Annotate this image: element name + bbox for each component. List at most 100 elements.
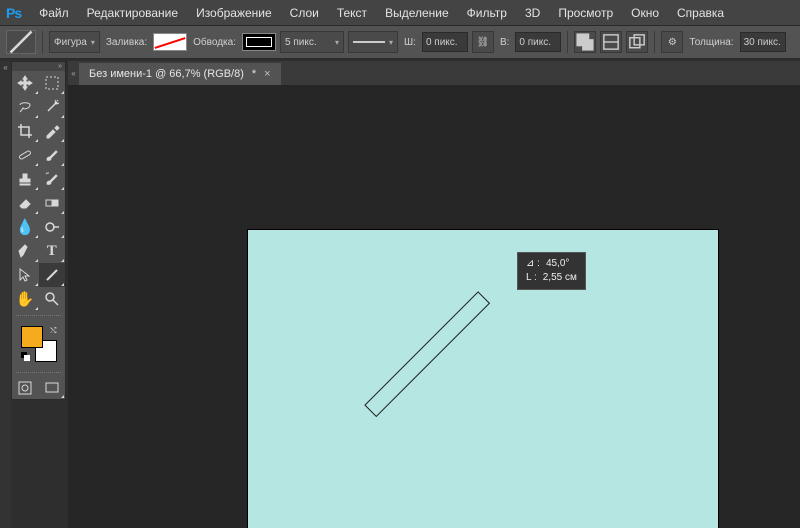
fill-swatch[interactable] [153, 33, 187, 51]
weight-label: Толщина: [687, 37, 735, 48]
align-icon [601, 32, 621, 52]
stroke-width-value: 5 пикс. [285, 37, 317, 48]
menu-help[interactable]: Справка [669, 2, 732, 24]
quick-mask-button[interactable] [12, 377, 39, 399]
type-icon: T [44, 243, 60, 259]
quickmask-icon [17, 380, 33, 396]
eyedropper-icon [44, 123, 60, 139]
arrange-icon [627, 32, 647, 52]
stamp-tool[interactable] [12, 167, 39, 191]
magnifier-icon [44, 291, 60, 307]
menu-file[interactable]: Файл [31, 2, 77, 24]
dodge-icon [44, 219, 60, 235]
healing-tool[interactable] [12, 143, 39, 167]
tabbar-chevron-icon[interactable]: « [68, 69, 79, 78]
dodge-tool[interactable] [39, 215, 66, 239]
brush-tool[interactable] [39, 143, 66, 167]
menu-3d[interactable]: 3D [517, 2, 548, 24]
type-tool[interactable]: T [39, 239, 66, 263]
menu-select[interactable]: Выделение [377, 2, 457, 24]
screenmode-icon [44, 380, 60, 396]
canvas-workspace[interactable]: ⊿ : 45,0° L : 2,55 см [68, 85, 800, 528]
menu-bar: Ps Файл Редактирование Изображение Слои … [0, 0, 800, 25]
menu-edit[interactable]: Редактирование [79, 2, 186, 24]
tools-panel-header[interactable]: » [12, 62, 65, 71]
length-value: 2,55 см [543, 271, 577, 285]
gradient-icon [44, 195, 60, 211]
angle-value: 45,0° [546, 257, 569, 271]
chevron-down-icon: ▾ [91, 38, 95, 47]
line-icon [44, 267, 60, 283]
gradient-tool[interactable] [39, 191, 66, 215]
eyedropper-tool[interactable] [39, 119, 66, 143]
hand-icon: ✋ [17, 291, 33, 307]
active-tool-indicator[interactable] [6, 30, 36, 54]
magic-wand-tool[interactable] [39, 95, 66, 119]
wand-icon [44, 99, 60, 115]
document-tab-title: Без имени-1 @ 66,7% (RGB/8) [89, 68, 244, 80]
angle-label: ⊿ : [526, 257, 540, 271]
hand-tool[interactable]: ✋ [12, 287, 39, 311]
default-colors-icon[interactable] [21, 352, 31, 362]
brush-icon [44, 147, 60, 163]
droplet-icon: 💧 [17, 219, 33, 235]
stroke-width-dropdown[interactable]: 5 пикс. ▾ [280, 31, 344, 53]
bandage-icon [17, 147, 33, 163]
shape-height-input[interactable] [515, 32, 561, 52]
path-operations-button[interactable] [574, 31, 596, 53]
geometry-options-button[interactable]: ⚙ [661, 31, 683, 53]
menu-window[interactable]: Окно [623, 2, 667, 24]
history-brush-icon [44, 171, 60, 187]
line-tool[interactable] [39, 263, 66, 287]
modified-indicator: * [252, 68, 256, 80]
arrow-cursor-icon [17, 267, 33, 283]
tool-mode-label: Фигура [54, 37, 87, 48]
path-combine-icon [575, 32, 595, 52]
blur-tool[interactable]: 💧 [12, 215, 39, 239]
menu-view[interactable]: Просмотр [550, 2, 621, 24]
foreground-color-swatch[interactable] [21, 326, 43, 348]
app-logo: Ps [6, 5, 21, 21]
link-icon: ⛓ [477, 37, 490, 48]
path-alignment-button[interactable] [600, 31, 622, 53]
path-arrangement-button[interactable] [626, 31, 648, 53]
menu-image[interactable]: Изображение [188, 2, 280, 24]
menu-filter[interactable]: Фильтр [459, 2, 515, 24]
menu-text[interactable]: Текст [329, 2, 375, 24]
tool-mode-dropdown[interactable]: Фигура ▾ [49, 31, 100, 53]
marquee-tool[interactable] [39, 71, 66, 95]
options-bar: Фигура ▾ Заливка: Обводка: 5 пикс. ▾ ▾ Ш… [0, 25, 800, 59]
path-select-tool[interactable] [12, 263, 39, 287]
eraser-icon [17, 195, 33, 211]
link-dimensions-button[interactable]: ⛓ [472, 31, 494, 53]
line-tool-icon [7, 28, 35, 56]
lasso-icon [17, 99, 33, 115]
document-tab[interactable]: Без имени-1 @ 66,7% (RGB/8) * × [79, 63, 281, 85]
length-label: L : [526, 271, 537, 285]
crop-tool[interactable] [12, 119, 39, 143]
move-icon [17, 75, 33, 91]
eraser-tool[interactable] [12, 191, 39, 215]
menu-layers[interactable]: Слои [282, 2, 327, 24]
pen-icon [17, 243, 33, 259]
close-tab-button[interactable]: × [264, 68, 270, 80]
gear-icon: ⚙ [668, 37, 677, 48]
stroke-swatch[interactable] [242, 33, 276, 51]
stroke-label: Обводка: [191, 37, 238, 48]
stamp-icon [17, 171, 33, 187]
zoom-tool[interactable] [39, 287, 66, 311]
swap-colors-icon[interactable]: ⤭ [50, 326, 56, 336]
history-brush-tool[interactable] [39, 167, 66, 191]
panel-collapse-strip[interactable]: « [0, 61, 11, 528]
lasso-tool[interactable] [12, 95, 39, 119]
stroke-style-dropdown[interactable]: ▾ [348, 31, 398, 53]
move-tool[interactable] [12, 71, 39, 95]
artboard[interactable]: ⊿ : 45,0° L : 2,55 см [248, 230, 718, 528]
crop-icon [17, 123, 33, 139]
line-weight-input[interactable] [740, 32, 786, 52]
shape-width-input[interactable] [422, 32, 468, 52]
chevron-left-icon: « [0, 61, 11, 72]
pen-tool[interactable] [12, 239, 39, 263]
height-label: В: [498, 37, 511, 48]
screen-mode-button[interactable] [39, 377, 66, 399]
